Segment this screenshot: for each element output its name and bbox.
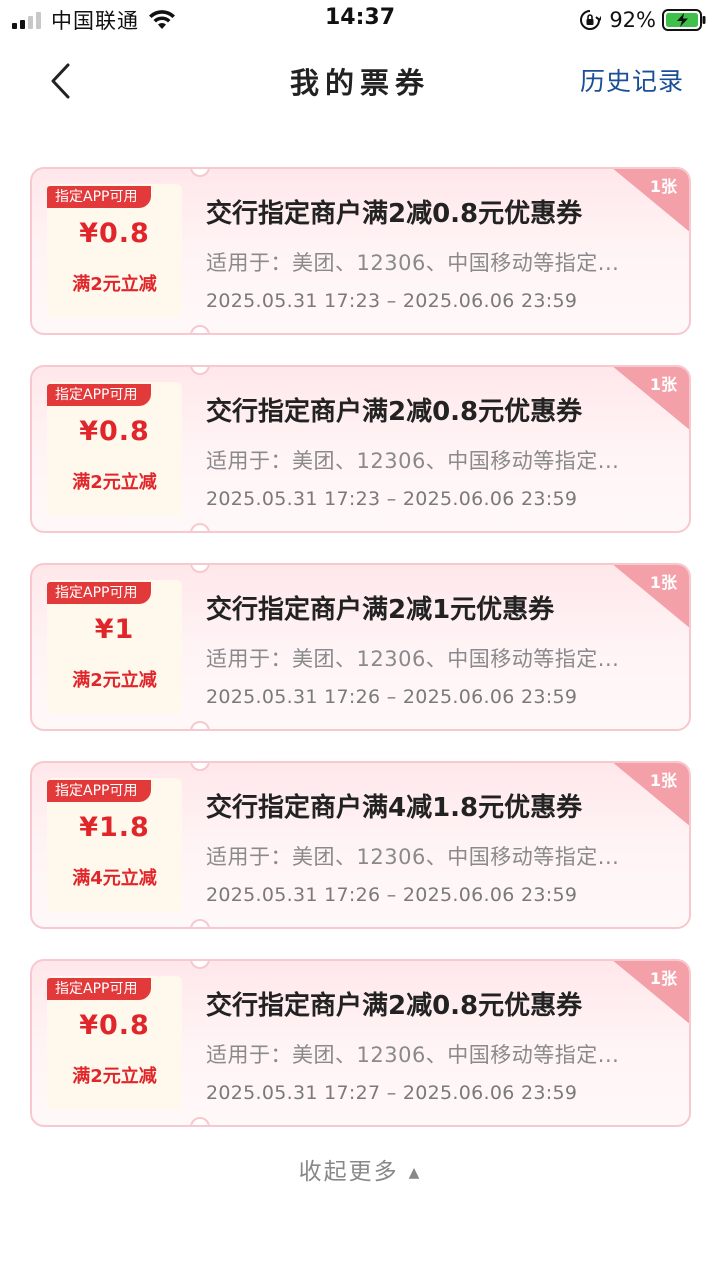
coupon-validity: 2025.05.31 17:26 – 2025.06.06 23:59 bbox=[206, 884, 578, 906]
app-only-tag: 指定APP可用 bbox=[47, 978, 152, 1000]
coupon-info: 交行指定商户满2减0.8元优惠券 适用于：美团、12306、中国移动等指定...… bbox=[206, 961, 649, 1125]
coupon-scope: 适用于：美团、12306、中国移动等指定... bbox=[206, 1043, 620, 1067]
coupon-info: 交行指定商户满4减1.8元优惠券 适用于：美团、12306、中国移动等指定...… bbox=[206, 763, 649, 927]
coupon-validity: 2025.05.31 17:23 – 2025.06.06 23:59 bbox=[206, 290, 578, 312]
coupon-stub: 指定APP可用 ¥1.8 满4元立减 bbox=[47, 778, 182, 912]
coupon-scope: 适用于：美团、12306、中国移动等指定... bbox=[206, 251, 620, 275]
coupon-validity: 2025.05.31 17:26 – 2025.06.06 23:59 bbox=[206, 686, 578, 708]
coupon-amount: ¥1 bbox=[94, 614, 135, 645]
coupon-title: 交行指定商户满2减0.8元优惠券 bbox=[206, 991, 583, 1021]
coupon-validity: 2025.05.31 17:23 – 2025.06.06 23:59 bbox=[206, 488, 578, 510]
count-badge: 1张 bbox=[611, 367, 689, 431]
triangle-up-icon: ▲ bbox=[408, 1164, 422, 1181]
nav-bar: 我的票券 历史记录 bbox=[0, 40, 720, 122]
collapse-label: 收起更多 bbox=[298, 1159, 399, 1185]
coupon-stub: 指定APP可用 ¥0.8 满2元立减 bbox=[47, 184, 182, 318]
coupon-scope: 适用于：美团、12306、中国移动等指定... bbox=[206, 647, 620, 671]
coupon-title: 交行指定商户满2减0.8元优惠券 bbox=[206, 199, 583, 229]
count-badge: 1张 bbox=[611, 763, 689, 827]
coupon-rule: 满2元立减 bbox=[72, 1066, 157, 1087]
coupon-rule: 满2元立减 bbox=[72, 472, 157, 493]
count-label: 1张 bbox=[649, 177, 677, 196]
coupon-list: 指定APP可用 ¥0.8 满2元立减 交行指定商户满2减0.8元优惠券 适用于：… bbox=[30, 167, 691, 1157]
coupon-card[interactable]: 指定APP可用 ¥0.8 满2元立减 交行指定商户满2减0.8元优惠券 适用于：… bbox=[30, 959, 691, 1127]
coupon-scope: 适用于：美团、12306、中国移动等指定... bbox=[206, 845, 620, 869]
collapse-more-button[interactable]: 收起更多 ▲ bbox=[0, 1152, 720, 1186]
rotation-lock-icon bbox=[580, 10, 602, 30]
coupon-info: 交行指定商户满2减0.8元优惠券 适用于：美团、12306、中国移动等指定...… bbox=[206, 169, 649, 333]
app-only-tag: 指定APP可用 bbox=[47, 384, 152, 406]
coupon-stub: 指定APP可用 ¥1 满2元立减 bbox=[47, 580, 182, 714]
coupon-card[interactable]: 指定APP可用 ¥0.8 满2元立减 交行指定商户满2减0.8元优惠券 适用于：… bbox=[30, 365, 691, 533]
coupon-validity: 2025.05.31 17:27 – 2025.06.06 23:59 bbox=[206, 1082, 578, 1104]
count-label: 1张 bbox=[649, 573, 677, 592]
coupon-title: 交行指定商户满2减0.8元优惠券 bbox=[206, 397, 583, 427]
battery-charging-icon bbox=[662, 9, 706, 31]
coupon-stub: 指定APP可用 ¥0.8 满2元立减 bbox=[47, 382, 182, 516]
app-only-tag: 指定APP可用 bbox=[47, 780, 152, 802]
count-badge: 1张 bbox=[611, 565, 689, 629]
coupon-amount: ¥0.8 bbox=[79, 416, 150, 447]
status-right: 92% bbox=[579, 6, 706, 34]
coupon-card[interactable]: 指定APP可用 ¥0.8 满2元立减 交行指定商户满2减0.8元优惠券 适用于：… bbox=[30, 167, 691, 335]
coupon-stub: 指定APP可用 ¥0.8 满2元立减 bbox=[47, 976, 182, 1110]
coupon-amount: ¥0.8 bbox=[79, 218, 150, 249]
status-bar: 中国联通 14:37 92% bbox=[0, 0, 720, 40]
coupon-amount: ¥1.8 bbox=[79, 812, 150, 843]
coupon-card[interactable]: 指定APP可用 ¥1.8 满4元立减 交行指定商户满4减1.8元优惠券 适用于：… bbox=[30, 761, 691, 929]
count-label: 1张 bbox=[649, 771, 677, 790]
coupon-rule: 满2元立减 bbox=[72, 274, 157, 295]
count-label: 1张 bbox=[649, 375, 677, 394]
history-link[interactable]: 历史记录 bbox=[580, 62, 684, 98]
coupon-info: 交行指定商户满2减1元优惠券 适用于：美团、12306、中国移动等指定... 2… bbox=[206, 565, 649, 729]
coupon-scope: 适用于：美团、12306、中国移动等指定... bbox=[206, 449, 620, 473]
coupon-title: 交行指定商户满4减1.8元优惠券 bbox=[206, 793, 583, 823]
coupon-title: 交行指定商户满2减1元优惠券 bbox=[206, 595, 555, 625]
count-label: 1张 bbox=[649, 969, 677, 988]
app-only-tag: 指定APP可用 bbox=[47, 186, 152, 208]
coupon-amount: ¥0.8 bbox=[79, 1010, 150, 1041]
battery-percent: 92% bbox=[609, 8, 656, 32]
coupon-card[interactable]: 指定APP可用 ¥1 满2元立减 交行指定商户满2减1元优惠券 适用于：美团、1… bbox=[30, 563, 691, 731]
coupon-rule: 满4元立减 bbox=[72, 868, 157, 889]
coupon-rule: 满2元立减 bbox=[72, 670, 157, 691]
count-badge: 1张 bbox=[611, 961, 689, 1025]
app-only-tag: 指定APP可用 bbox=[47, 582, 152, 604]
count-badge: 1张 bbox=[611, 169, 689, 233]
coupon-info: 交行指定商户满2减0.8元优惠券 适用于：美团、12306、中国移动等指定...… bbox=[206, 367, 649, 531]
